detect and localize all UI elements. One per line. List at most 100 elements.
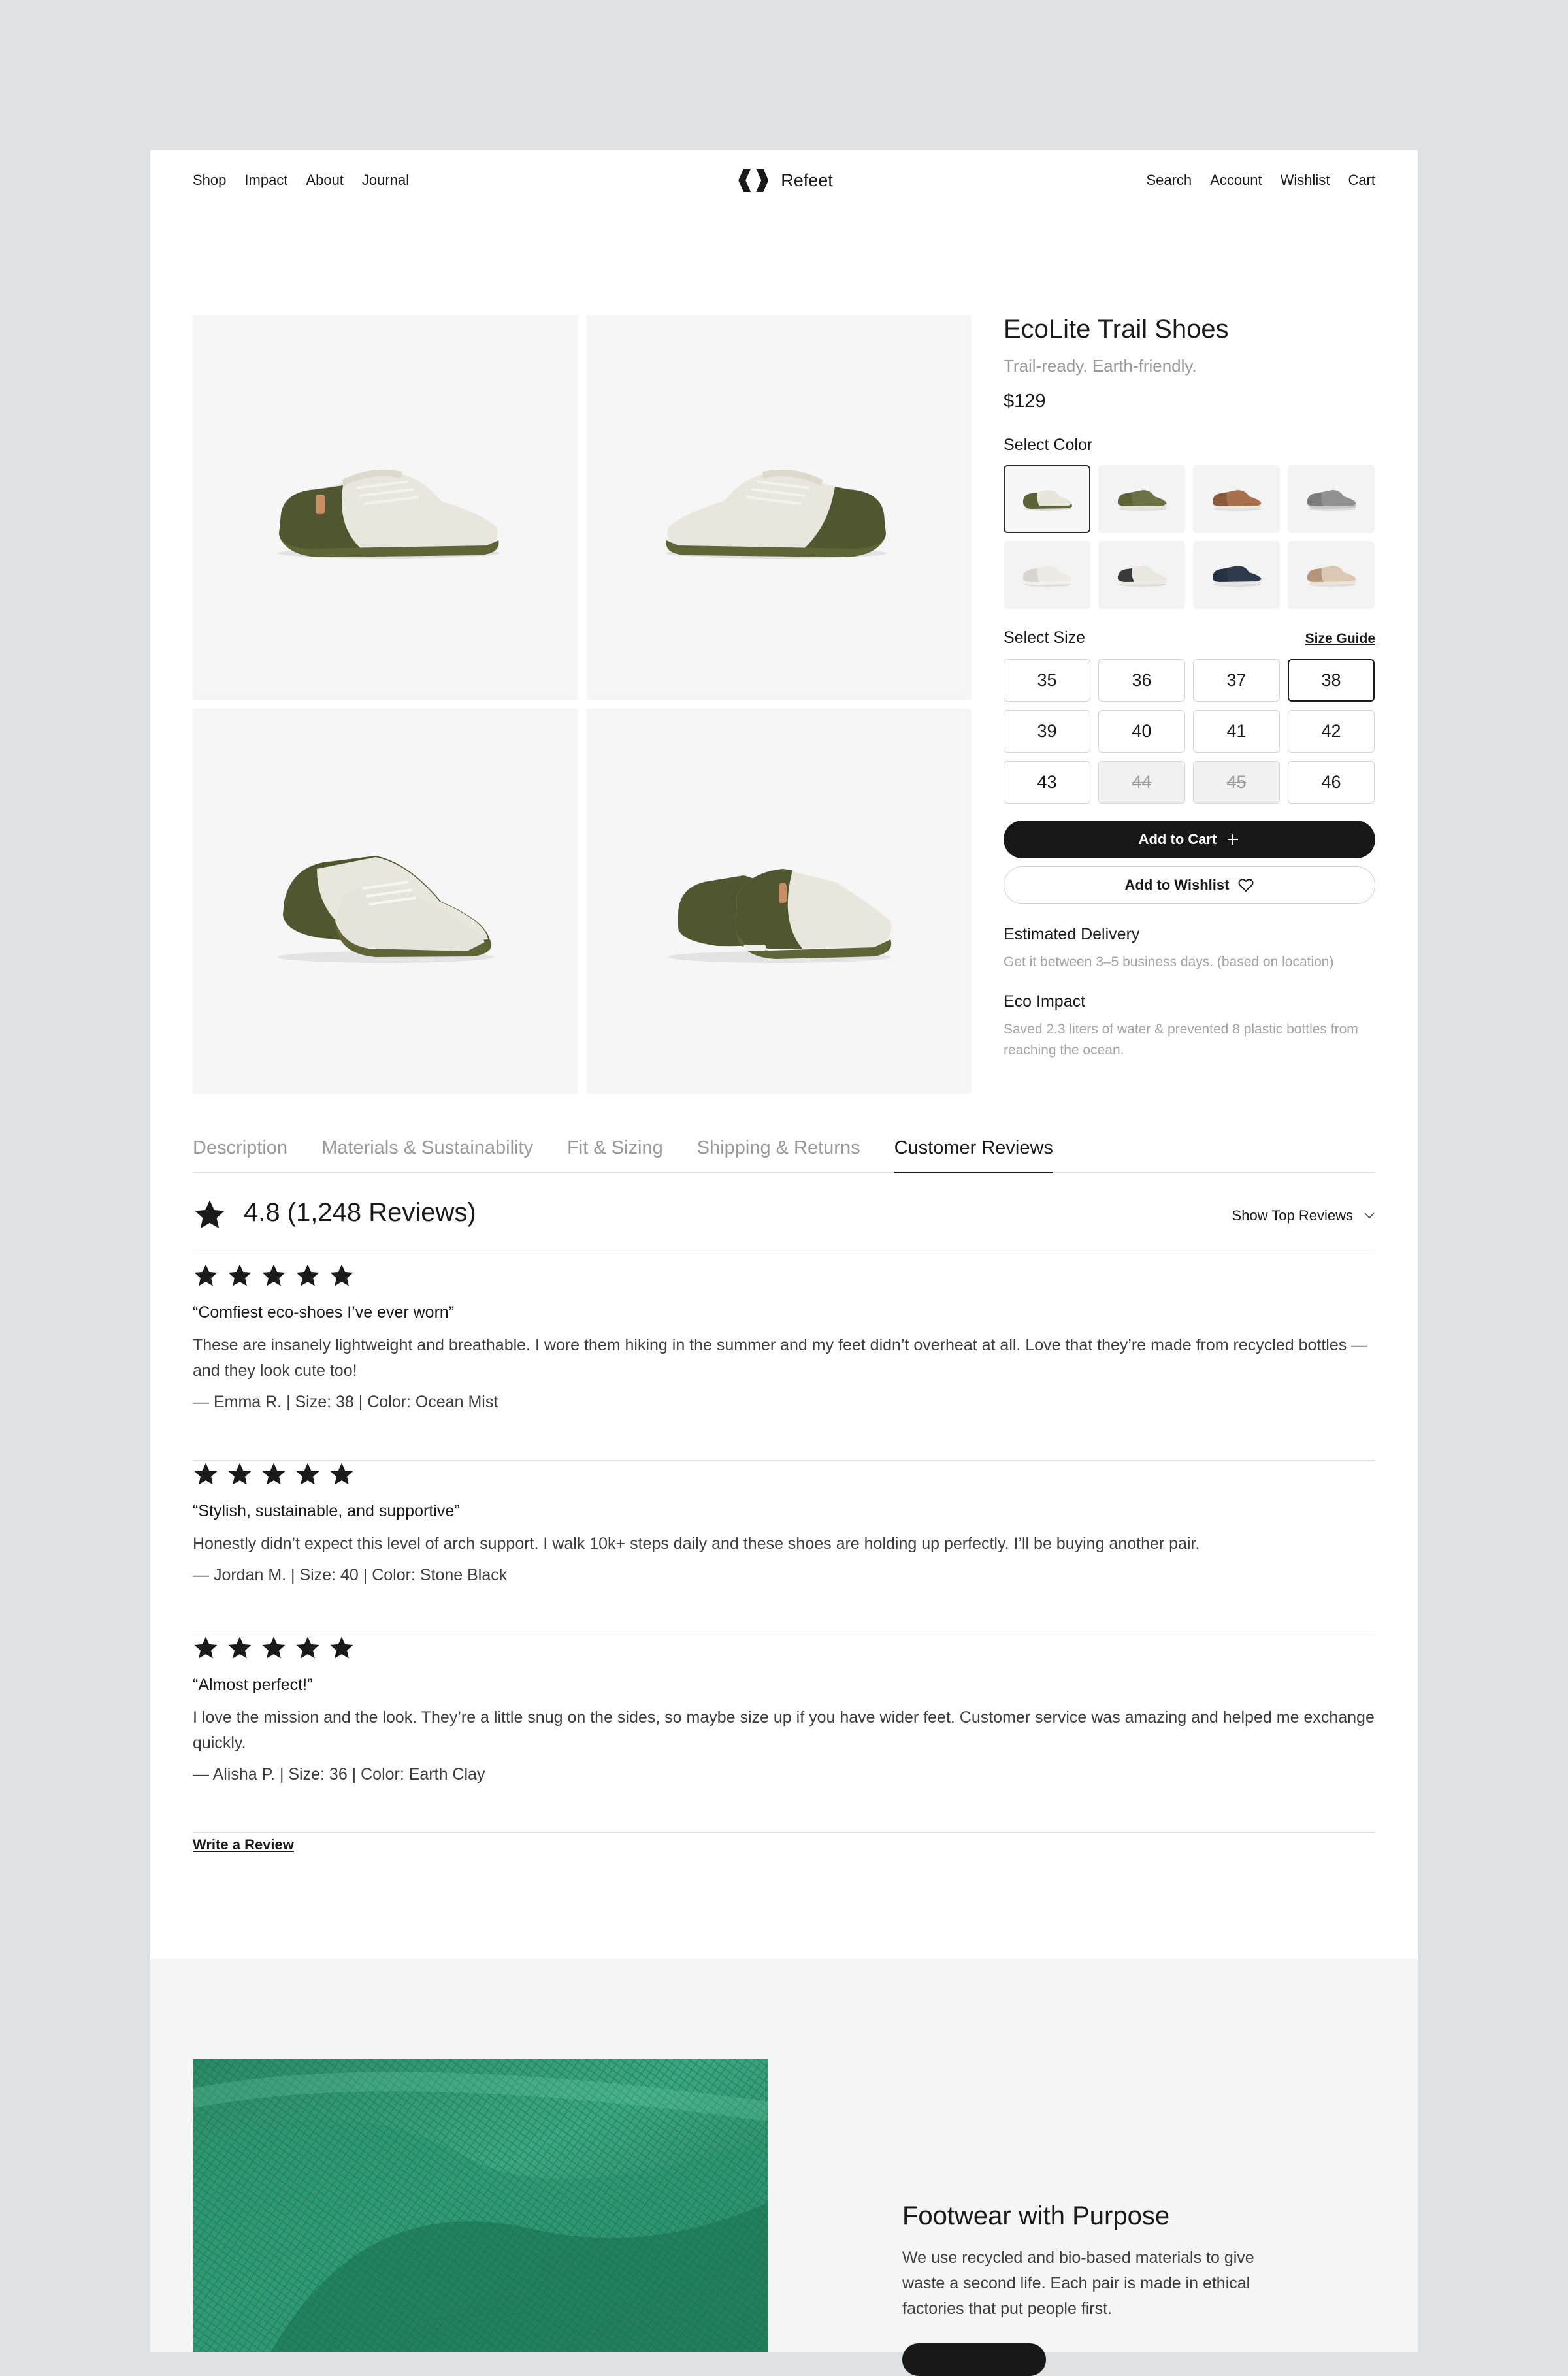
product-subtitle: Trail-ready. Earth-friendly. bbox=[1004, 356, 1197, 376]
sort-label: Show Top Reviews bbox=[1232, 1207, 1353, 1224]
shoe-side-left-image bbox=[277, 469, 500, 559]
rating-summary: 4.8 (1,248 Reviews) bbox=[244, 1198, 476, 1227]
size-option[interactable]: 46 bbox=[1288, 761, 1375, 804]
size-option[interactable]: 39 bbox=[1004, 710, 1090, 753]
size-option[interactable]: 42 bbox=[1288, 710, 1375, 753]
star-icon bbox=[330, 1463, 353, 1485]
add-to-wishlist-label: Add to Wishlist bbox=[1124, 877, 1230, 893]
gallery-image-pair-front[interactable] bbox=[193, 709, 578, 1094]
shoe-thumbnail-icon bbox=[1307, 566, 1356, 587]
review-headline: “Almost perfect!” bbox=[193, 1676, 313, 1694]
tab-fit-sizing[interactable]: Fit & Sizing bbox=[567, 1128, 663, 1172]
size-option[interactable]: 37 bbox=[1193, 659, 1280, 702]
size-option[interactable]: 35 bbox=[1004, 659, 1090, 702]
star-icon bbox=[194, 1264, 218, 1286]
review-item: “Almost perfect!” I love the mission and… bbox=[193, 1635, 1375, 1833]
nav-search-link[interactable]: Search bbox=[1146, 172, 1192, 189]
sort-reviews-dropdown[interactable]: Show Top Reviews bbox=[1232, 1207, 1375, 1224]
review-stars bbox=[193, 1263, 1375, 1289]
size-grid: 35 36 37 38 39 40 41 42 43 44 45 46 bbox=[1004, 659, 1375, 804]
select-size-label: Select Size bbox=[1004, 628, 1086, 647]
star-icon bbox=[194, 1636, 218, 1659]
size-option[interactable]: 36 bbox=[1098, 659, 1185, 702]
star-icon bbox=[330, 1264, 353, 1286]
shoe-side-right-image bbox=[664, 469, 887, 559]
color-swatch[interactable] bbox=[1193, 541, 1280, 609]
mesh-fabric-image bbox=[193, 2059, 768, 2352]
tab-shipping-returns[interactable]: Shipping & Returns bbox=[697, 1128, 860, 1172]
select-color-label: Select Color bbox=[1004, 436, 1093, 454]
nav-right-links: Search Account Wishlist Cart bbox=[1146, 172, 1375, 189]
purpose-cta-button[interactable] bbox=[902, 2343, 1046, 2376]
gallery-image-right-side[interactable] bbox=[587, 315, 972, 700]
shoe-thumbnail-icon bbox=[1212, 490, 1262, 511]
color-swatch[interactable] bbox=[1288, 541, 1375, 609]
reviews-summary: 4.8 (1,248 Reviews) Show Top Reviews bbox=[193, 1190, 1375, 1250]
size-option[interactable]: 38 bbox=[1288, 659, 1375, 702]
color-swatch[interactable] bbox=[1098, 541, 1185, 609]
size-option: 45 bbox=[1193, 761, 1280, 804]
shoe-thumbnail-icon bbox=[1307, 490, 1356, 511]
nav-left-links: Shop Impact About Journal bbox=[193, 172, 409, 189]
review-meta: — Alisha P. | Size: 36 | Color: Earth Cl… bbox=[193, 1765, 485, 1783]
shoe-thumbnail-icon bbox=[1022, 490, 1072, 511]
shoe-pair-front-image bbox=[277, 855, 493, 963]
star-icon bbox=[296, 1636, 319, 1659]
size-option[interactable]: 43 bbox=[1004, 761, 1090, 804]
nav-wishlist-link[interactable]: Wishlist bbox=[1281, 172, 1330, 189]
add-to-wishlist-button[interactable]: Add to Wishlist bbox=[1004, 866, 1375, 904]
chevron-down-icon bbox=[1364, 1212, 1375, 1219]
brand-logo-link[interactable]: Refeet bbox=[735, 167, 833, 193]
tab-customer-reviews[interactable]: Customer Reviews bbox=[894, 1128, 1053, 1173]
product-title: EcoLite Trail Shoes bbox=[1004, 315, 1229, 344]
product-tabs: Description Materials & Sustainability F… bbox=[193, 1128, 1375, 1173]
brand-name: Refeet bbox=[781, 170, 833, 190]
color-swatch[interactable] bbox=[1193, 465, 1280, 533]
star-icon bbox=[330, 1636, 353, 1659]
product-gallery bbox=[193, 315, 990, 1094]
gallery-image-left-side[interactable] bbox=[193, 315, 578, 700]
purpose-title: Footwear with Purpose bbox=[902, 2202, 1170, 2230]
size-option[interactable]: 40 bbox=[1098, 710, 1185, 753]
tab-description[interactable]: Description bbox=[193, 1128, 287, 1172]
size-guide-link[interactable]: Size Guide bbox=[1305, 631, 1375, 647]
plus-icon bbox=[1228, 834, 1239, 845]
review-item: “Stylish, sustainable, and supportive” H… bbox=[193, 1461, 1375, 1635]
nav-account-link[interactable]: Account bbox=[1210, 172, 1262, 189]
size-option[interactable]: 41 bbox=[1193, 710, 1280, 753]
product-page: Shop Impact About Journal Refeet Search … bbox=[150, 150, 1418, 2376]
color-swatch[interactable] bbox=[1288, 465, 1375, 533]
nav-cart-link[interactable]: Cart bbox=[1348, 172, 1375, 189]
shoe-thumbnail-icon bbox=[1117, 566, 1167, 587]
add-to-cart-label: Add to Cart bbox=[1138, 831, 1217, 847]
nav-impact-link[interactable]: Impact bbox=[244, 172, 287, 189]
review-headline: “Comfiest eco-shoes I’ve ever worn” bbox=[193, 1303, 455, 1322]
review-meta: — Jordan M. | Size: 40 | Color: Stone Bl… bbox=[193, 1566, 508, 1584]
nav-about-link[interactable]: About bbox=[306, 172, 344, 189]
eco-impact-title: Eco Impact bbox=[1004, 992, 1086, 1011]
review-stars bbox=[193, 1461, 1375, 1488]
star-icon bbox=[262, 1636, 286, 1659]
star-icon bbox=[262, 1463, 286, 1485]
shoe-thumbnail-icon bbox=[1212, 566, 1262, 587]
review-headline: “Stylish, sustainable, and supportive” bbox=[193, 1502, 460, 1520]
recycled-mesh-image bbox=[193, 2059, 768, 2352]
review-body: I love the mission and the look. They’re… bbox=[193, 1708, 1375, 1752]
review-item: “Comfiest eco-shoes I’ve ever worn” Thes… bbox=[193, 1263, 1375, 1461]
purpose-text-block: Footwear with Purpose We use recycled an… bbox=[902, 2202, 1268, 2322]
review-body: These are insanely lightweight and breat… bbox=[193, 1336, 1368, 1380]
add-to-cart-button[interactable]: Add to Cart bbox=[1004, 821, 1375, 858]
color-swatch[interactable] bbox=[1098, 465, 1185, 533]
refeet-logo-icon bbox=[738, 169, 769, 192]
color-swatch[interactable] bbox=[1004, 541, 1090, 609]
star-icon bbox=[296, 1264, 319, 1286]
star-icon bbox=[262, 1264, 286, 1286]
tab-materials-sustainability[interactable]: Materials & Sustainability bbox=[321, 1128, 533, 1172]
gallery-image-pair-back[interactable] bbox=[587, 709, 972, 1094]
color-swatch[interactable] bbox=[1004, 465, 1090, 533]
nav-journal-link[interactable]: Journal bbox=[362, 172, 409, 189]
purpose-text: We use recycled and bio-based materials … bbox=[902, 2249, 1254, 2318]
color-swatch-grid bbox=[1004, 465, 1375, 609]
nav-shop-link[interactable]: Shop bbox=[193, 172, 226, 189]
write-review-link[interactable]: Write a Review bbox=[193, 1836, 294, 1853]
